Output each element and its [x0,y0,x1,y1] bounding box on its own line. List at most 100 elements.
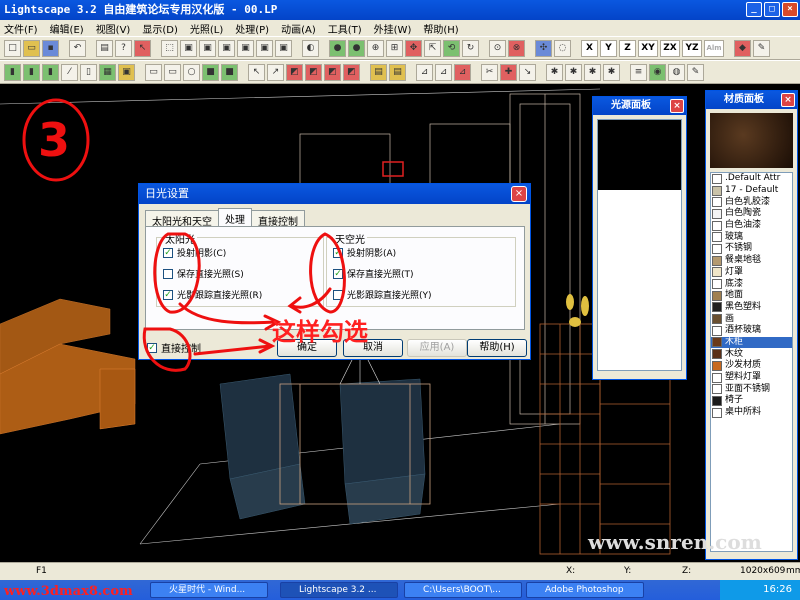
box-icon-3[interactable]: ▣ [218,39,235,57]
display-icon-6[interactable]: ▦ [99,63,116,81]
edit-icon-3[interactable]: ⊿ [454,63,471,81]
solid-icon[interactable]: ■ [202,63,219,81]
figure-icon-3[interactable]: ✱ [584,63,601,81]
menu-light[interactable]: 光照(L) [190,21,223,36]
walk-icon[interactable]: ⇱ [424,39,441,57]
zoom-extents-icon[interactable]: ⊙ [489,39,506,57]
figure-icon-4[interactable]: ✱ [603,63,620,81]
taskbar-item-browser[interactable]: 火星时代 - Wind... [150,582,268,598]
select-icon[interactable]: ⬚ [161,39,178,57]
stack-icon[interactable]: ≡ [630,63,647,81]
select-block-icon[interactable]: ◩ [305,63,322,81]
zoom-all-icon[interactable]: ⊗ [508,39,525,57]
minimize-button[interactable]: _ [746,2,762,17]
figure-icon-1[interactable]: ✱ [546,63,563,81]
zoom-icon[interactable]: ⊕ [367,39,384,57]
context-help-icon[interactable]: ↖ [134,39,151,57]
display-icon-5[interactable]: ▯ [80,63,97,81]
menu-process[interactable]: 处理(P) [235,21,269,36]
layer-icon-1[interactable]: ▤ [370,63,387,81]
taskbar-item-photoshop[interactable]: Adobe Photoshop [526,582,644,598]
annotation-circle-sun [153,232,201,314]
display-icon-4[interactable]: ⁄ [61,63,78,81]
paint-icon[interactable]: ✎ [687,63,704,81]
arrow-icon[interactable]: ↗ [267,63,284,81]
select-window-icon[interactable]: ◩ [343,63,360,81]
taskbar-item-lightscape[interactable]: Lightscape 3.2 ... [280,582,398,598]
menu-display[interactable]: 显示(D) [142,21,178,36]
edit-icon-2[interactable]: ⊿ [435,63,452,81]
edit-icon-1[interactable]: ⊿ [416,63,433,81]
help-icon[interactable]: ? [115,39,132,57]
status-unit: mm [786,566,800,576]
open-file-icon[interactable]: ▭ [23,39,40,57]
box-icon-2[interactable]: ▣ [199,39,216,57]
axis-alm-button[interactable]: Alm [704,39,724,57]
axis-z-button[interactable]: Z [619,39,636,57]
snap-icon[interactable]: ◆ [734,39,751,57]
menu-edit[interactable]: 编辑(E) [50,21,84,36]
globe-icon-2[interactable]: ◍ [668,63,685,81]
axis-y-button[interactable]: Y [600,39,617,57]
outline-icon[interactable]: ▭ [164,63,181,81]
menu-plugins[interactable]: 外挂(W) [374,21,412,36]
annotation-arrow-1 [178,302,277,325]
wireframe-icon[interactable]: ▭ [145,63,162,81]
box-icon-6[interactable]: ▣ [275,39,292,57]
site-mark: www.3dmax8.com [4,584,133,599]
display-icon-7[interactable]: ▣ [118,63,135,81]
layer-icon-2[interactable]: ▤ [389,63,406,81]
select-surface-icon[interactable]: ◩ [286,63,303,81]
annotation-number: 3 [38,113,70,167]
box-icon-1[interactable]: ▣ [180,39,197,57]
pointer-icon[interactable]: ↖ [248,63,265,81]
tool-icon-a[interactable]: ✂ [481,63,498,81]
tool-icon-c[interactable]: ↘ [519,63,536,81]
orbit-icon[interactable]: ⟲ [443,39,460,57]
figure-icon-2[interactable]: ✱ [565,63,582,81]
camera-icon-2[interactable]: ● [348,39,365,57]
axis-xy-button[interactable]: XY [638,39,658,57]
annotation-arrowhead-2 [287,296,302,314]
display-icon-1[interactable]: ▮ [4,63,21,81]
axis-zx-button[interactable]: ZX [660,39,680,57]
sphere-icon[interactable]: ○ [183,63,200,81]
watermark: www.snren.com [588,530,762,554]
zoom-window-icon[interactable]: ⊞ [386,39,403,57]
menu-help[interactable]: 帮助(H) [423,21,458,36]
taskbar-item-explorer[interactable]: C:\Users\BOOT\... [404,582,522,598]
pan-icon[interactable]: ✥ [405,39,422,57]
menu-tools[interactable]: 工具(T) [328,21,362,36]
close-button[interactable]: × [782,2,798,17]
display-icon-2[interactable]: ▮ [23,63,40,81]
axis-yz-button[interactable]: YZ [682,39,702,57]
tool-icon-b[interactable]: ✚ [500,63,517,81]
menu-file[interactable]: 文件(F) [4,21,38,36]
new-file-icon[interactable]: □ [4,39,21,57]
save-icon[interactable]: ▪ [42,39,59,57]
tool-icon[interactable]: ✎ [753,39,770,57]
tab-processing[interactable]: 处理 [218,208,252,226]
menu-animation[interactable]: 动画(A) [281,21,316,36]
move-icon[interactable]: ✣ [535,39,552,57]
display-icon-3[interactable]: ▮ [42,63,59,81]
window-title: Lightscape 3.2 自由建筑论坛专用汉化版 - 00.LP [4,3,278,16]
maximize-button[interactable]: □ [764,2,780,17]
print-icon[interactable]: ▤ [96,39,113,57]
rotate-icon[interactable]: ↻ [462,39,479,57]
box-icon-5[interactable]: ▣ [256,39,273,57]
status-y: Y: [624,566,632,576]
menu-view[interactable]: 视图(V) [96,21,131,36]
textured-icon[interactable]: ■ [221,63,238,81]
window-titlebar: Lightscape 3.2 自由建筑论坛专用汉化版 - 00.LP _ □ × [0,0,800,20]
render-icon[interactable]: ◐ [302,39,319,57]
globe-icon[interactable]: ◉ [649,63,666,81]
select-light-icon[interactable]: ◩ [324,63,341,81]
annotation-circle-direct [142,327,192,372]
axis-x-button[interactable]: X [581,39,598,57]
undo-icon[interactable]: ↶ [69,39,86,57]
box-icon-4[interactable]: ▣ [237,39,254,57]
camera-icon-1[interactable]: ● [329,39,346,57]
clock: 16:26 [763,584,792,595]
spin-icon[interactable]: ◌ [554,39,571,57]
